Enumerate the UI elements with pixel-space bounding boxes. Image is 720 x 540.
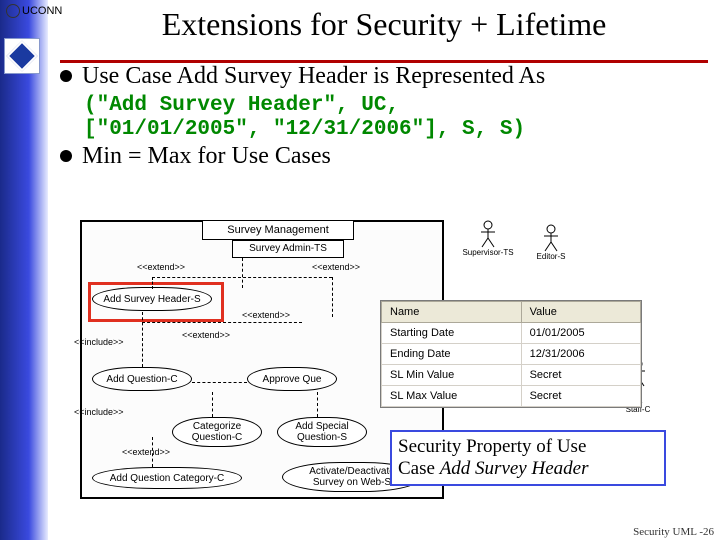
stereotype-include: <<include>>	[74, 407, 124, 417]
connector	[142, 322, 302, 323]
brand-name: UCONN	[22, 5, 62, 17]
bullet-text: Use Case Add Survey Header is Represente…	[82, 62, 545, 90]
bullet-icon	[60, 150, 72, 162]
properties-table: Name Value Starting Date01/01/2005 Endin…	[381, 301, 641, 407]
table-row: Ending Date12/31/2006	[382, 344, 641, 365]
actor-icon	[542, 224, 560, 252]
usecase-add-special: Add Special Question-S	[277, 417, 367, 447]
code-line: ("Add Survey Header", UC,	[84, 94, 710, 118]
actor-editor: Editor-S	[538, 224, 564, 261]
bullet-item: Use Case Add Survey Header is Represente…	[60, 62, 710, 90]
connector	[242, 258, 243, 288]
stereotype-extend: <<extend>>	[242, 310, 290, 320]
usecase-categorize: Categorize Question-C	[172, 417, 262, 447]
caption-box: Security Property of Use Case Add Survey…	[390, 430, 666, 486]
connector	[332, 277, 333, 317]
page-title-wrap: Extensions for Security + Lifetime	[60, 6, 708, 43]
uml-diagram: Survey Management Survey Admin-TS Add Su…	[70, 210, 650, 500]
connector	[152, 277, 332, 278]
caption-italic: Add Survey Header	[440, 458, 589, 479]
caption-line: Case	[398, 458, 440, 479]
bullet-item: Min = Max for Use Cases	[60, 142, 710, 170]
subpackage-label: Survey Admin-TS	[232, 240, 344, 258]
properties-panel: Name Value Starting Date01/01/2005 Endin…	[380, 300, 642, 408]
code-line: ["01/01/2005", "12/31/2006"], S, S)	[84, 118, 710, 142]
org-logo	[4, 38, 40, 74]
caption-line: Security Property of Use	[398, 436, 586, 457]
connector	[142, 312, 143, 367]
table-row: SL Min ValueSecret	[382, 365, 641, 386]
bullet-list: Use Case Add Survey Header is Represente…	[60, 62, 710, 174]
actor-label: Supervisor-TS	[453, 248, 523, 257]
brand-seal-icon	[6, 4, 20, 18]
col-name: Name	[382, 302, 522, 323]
table-row: SL Max ValueSecret	[382, 386, 641, 407]
connector	[317, 392, 318, 417]
stereotype-extend: <<extend>>	[137, 262, 185, 272]
page-title: Extensions for Security + Lifetime	[162, 6, 607, 42]
actor-supervisor: Supervisor-TS	[475, 220, 501, 257]
col-value: Value	[521, 302, 640, 323]
actor-label: Editor-S	[516, 252, 586, 261]
stereotype-extend: <<extend>>	[312, 262, 360, 272]
slide-footer: Security UML -26	[633, 526, 714, 538]
usecase-approve: Approve Que	[247, 367, 337, 391]
usecase-add-category: Add Question Category-C	[92, 467, 242, 489]
stereotype-include: <<include>>	[74, 337, 124, 347]
actor-icon	[479, 220, 497, 248]
stereotype-extend: <<extend>>	[182, 330, 230, 340]
connector	[192, 382, 247, 383]
highlight-box	[88, 282, 224, 322]
bullet-text: Min = Max for Use Cases	[82, 142, 331, 170]
table-row: Starting Date01/01/2005	[382, 323, 641, 344]
connector	[152, 277, 153, 289]
package-label: Survey Management	[202, 220, 354, 240]
bullet-icon	[60, 70, 72, 82]
connector	[212, 392, 213, 417]
sidebar-gradient	[0, 0, 48, 540]
usecase-add-question: Add Question-C	[92, 367, 192, 391]
brand: UCONN	[6, 4, 62, 18]
stereotype-extend: <<extend>>	[122, 447, 170, 457]
